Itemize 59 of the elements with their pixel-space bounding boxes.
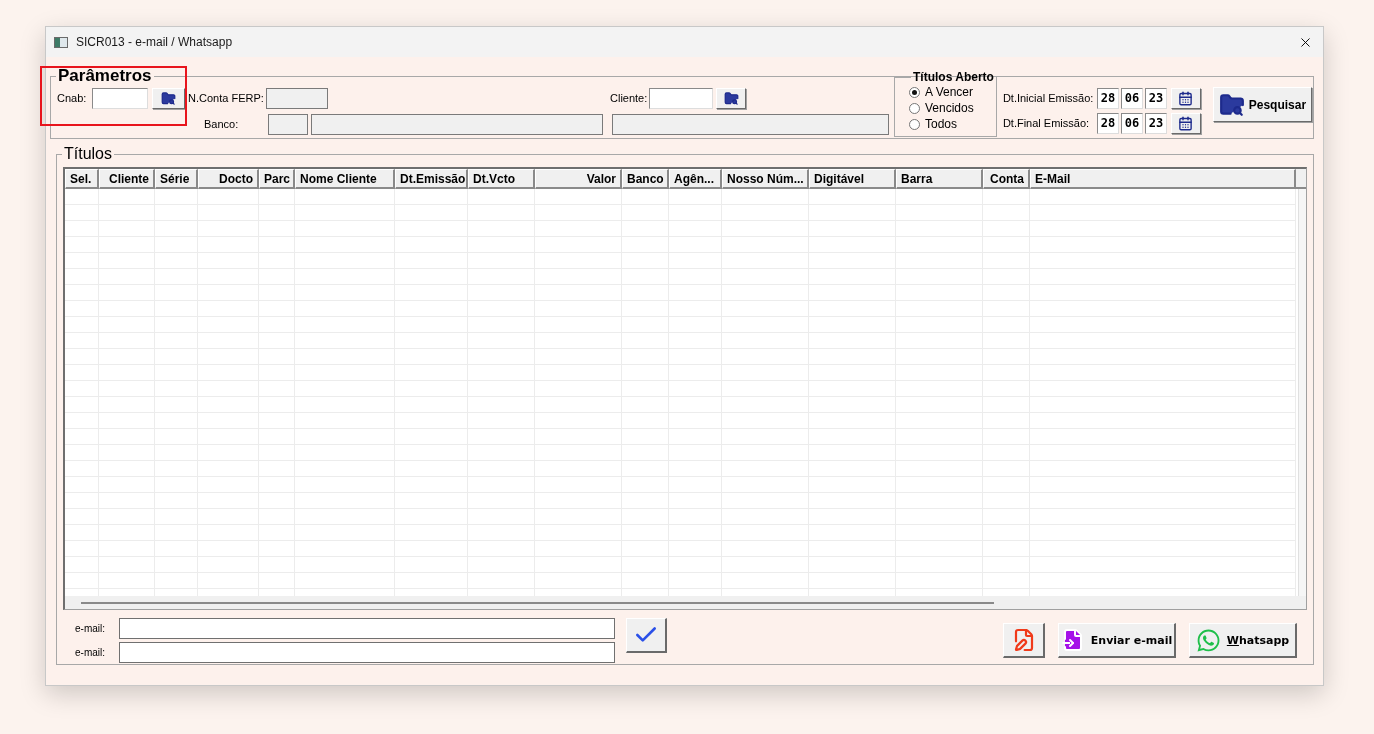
folder-search-icon <box>723 90 739 106</box>
field-label: Cnab: <box>57 92 88 104</box>
column-header[interactable]: Cliente <box>99 169 155 189</box>
group-title: Parâmetros <box>57 67 153 85</box>
app-icon <box>54 36 68 48</box>
whatsapp-button[interactable]: Whatsapp <box>1189 623 1297 658</box>
column-header[interactable]: Série <box>155 169 198 189</box>
window-title: SICR013 - e-mail / Whatsapp <box>76 35 234 49</box>
field-label: Banco: <box>204 118 240 130</box>
confirm-button[interactable] <box>626 618 667 653</box>
calendar-icon <box>1178 115 1194 131</box>
field-label: Cliente: <box>610 92 649 104</box>
client-field[interactable] <box>649 87 713 109</box>
month-field[interactable]: 06 <box>1120 87 1143 109</box>
day-field[interactable]: 28 <box>1096 112 1119 134</box>
radio-option[interactable]: A Vencer <box>909 84 996 100</box>
search-button[interactable]: Pesquisar <box>1212 87 1312 122</box>
column-header[interactable]: Sel. <box>65 169 99 189</box>
column-header[interactable]: Parc <box>259 169 295 189</box>
lookup-button[interactable] <box>716 87 746 109</box>
chat-phone-icon <box>1195 627 1221 653</box>
column-header[interactable]: Digitável <box>809 169 896 189</box>
field-label: e-mail: <box>75 647 106 658</box>
group-title: Títulos <box>63 145 113 163</box>
year-field[interactable]: 23 <box>1144 87 1167 109</box>
folder-search-icon <box>161 90 176 106</box>
column-header[interactable]: Dt.Vcto <box>468 169 535 189</box>
year-field[interactable]: 23 <box>1144 112 1167 134</box>
calendar-button[interactable] <box>1170 112 1201 134</box>
send-email-button[interactable]: Enviar e-mail <box>1058 623 1176 658</box>
column-header[interactable]: Valor <box>535 169 622 189</box>
email-field[interactable] <box>119 618 615 639</box>
column-header[interactable]: Nome Cliente <box>295 169 395 189</box>
field-label: Dt.Inicial Emissão: <box>1002 92 1095 104</box>
edit-button[interactable] <box>1003 623 1045 658</box>
cnab-field[interactable] <box>92 87 148 109</box>
field-label: Dt.Final Emissão: <box>1002 117 1091 129</box>
document-arrow-icon <box>1060 628 1085 652</box>
folder-search-icon <box>1218 91 1245 118</box>
group-title: Títulos Aberto <box>912 71 995 84</box>
column-header[interactable]: Banco <box>622 169 669 189</box>
column-header[interactable]: Barra <box>896 169 983 189</box>
radio-option[interactable]: Todos <box>909 116 996 132</box>
horizontal-scrollbar[interactable] <box>65 596 1306 609</box>
calendar-button[interactable] <box>1170 87 1201 109</box>
column-header[interactable]: Nosso Núm... <box>722 169 809 189</box>
lookup-button[interactable] <box>152 87 185 109</box>
day-field[interactable]: 28 <box>1096 87 1119 109</box>
month-field[interactable]: 06 <box>1120 112 1143 134</box>
calendar-icon <box>1178 90 1194 106</box>
column-header[interactable]: Agên... <box>669 169 722 189</box>
column-header[interactable]: E-Mail <box>1030 169 1296 189</box>
email-field[interactable] <box>119 642 615 663</box>
column-header[interactable]: Dt.Emissão <box>395 169 468 189</box>
field-label: e-mail: <box>75 623 106 634</box>
column-header[interactable]: Docto <box>198 169 259 189</box>
field-label: N.Conta FERP: <box>188 92 265 104</box>
column-header[interactable]: Conta <box>983 169 1030 189</box>
radio-option[interactable]: Vencidos <box>909 100 996 116</box>
